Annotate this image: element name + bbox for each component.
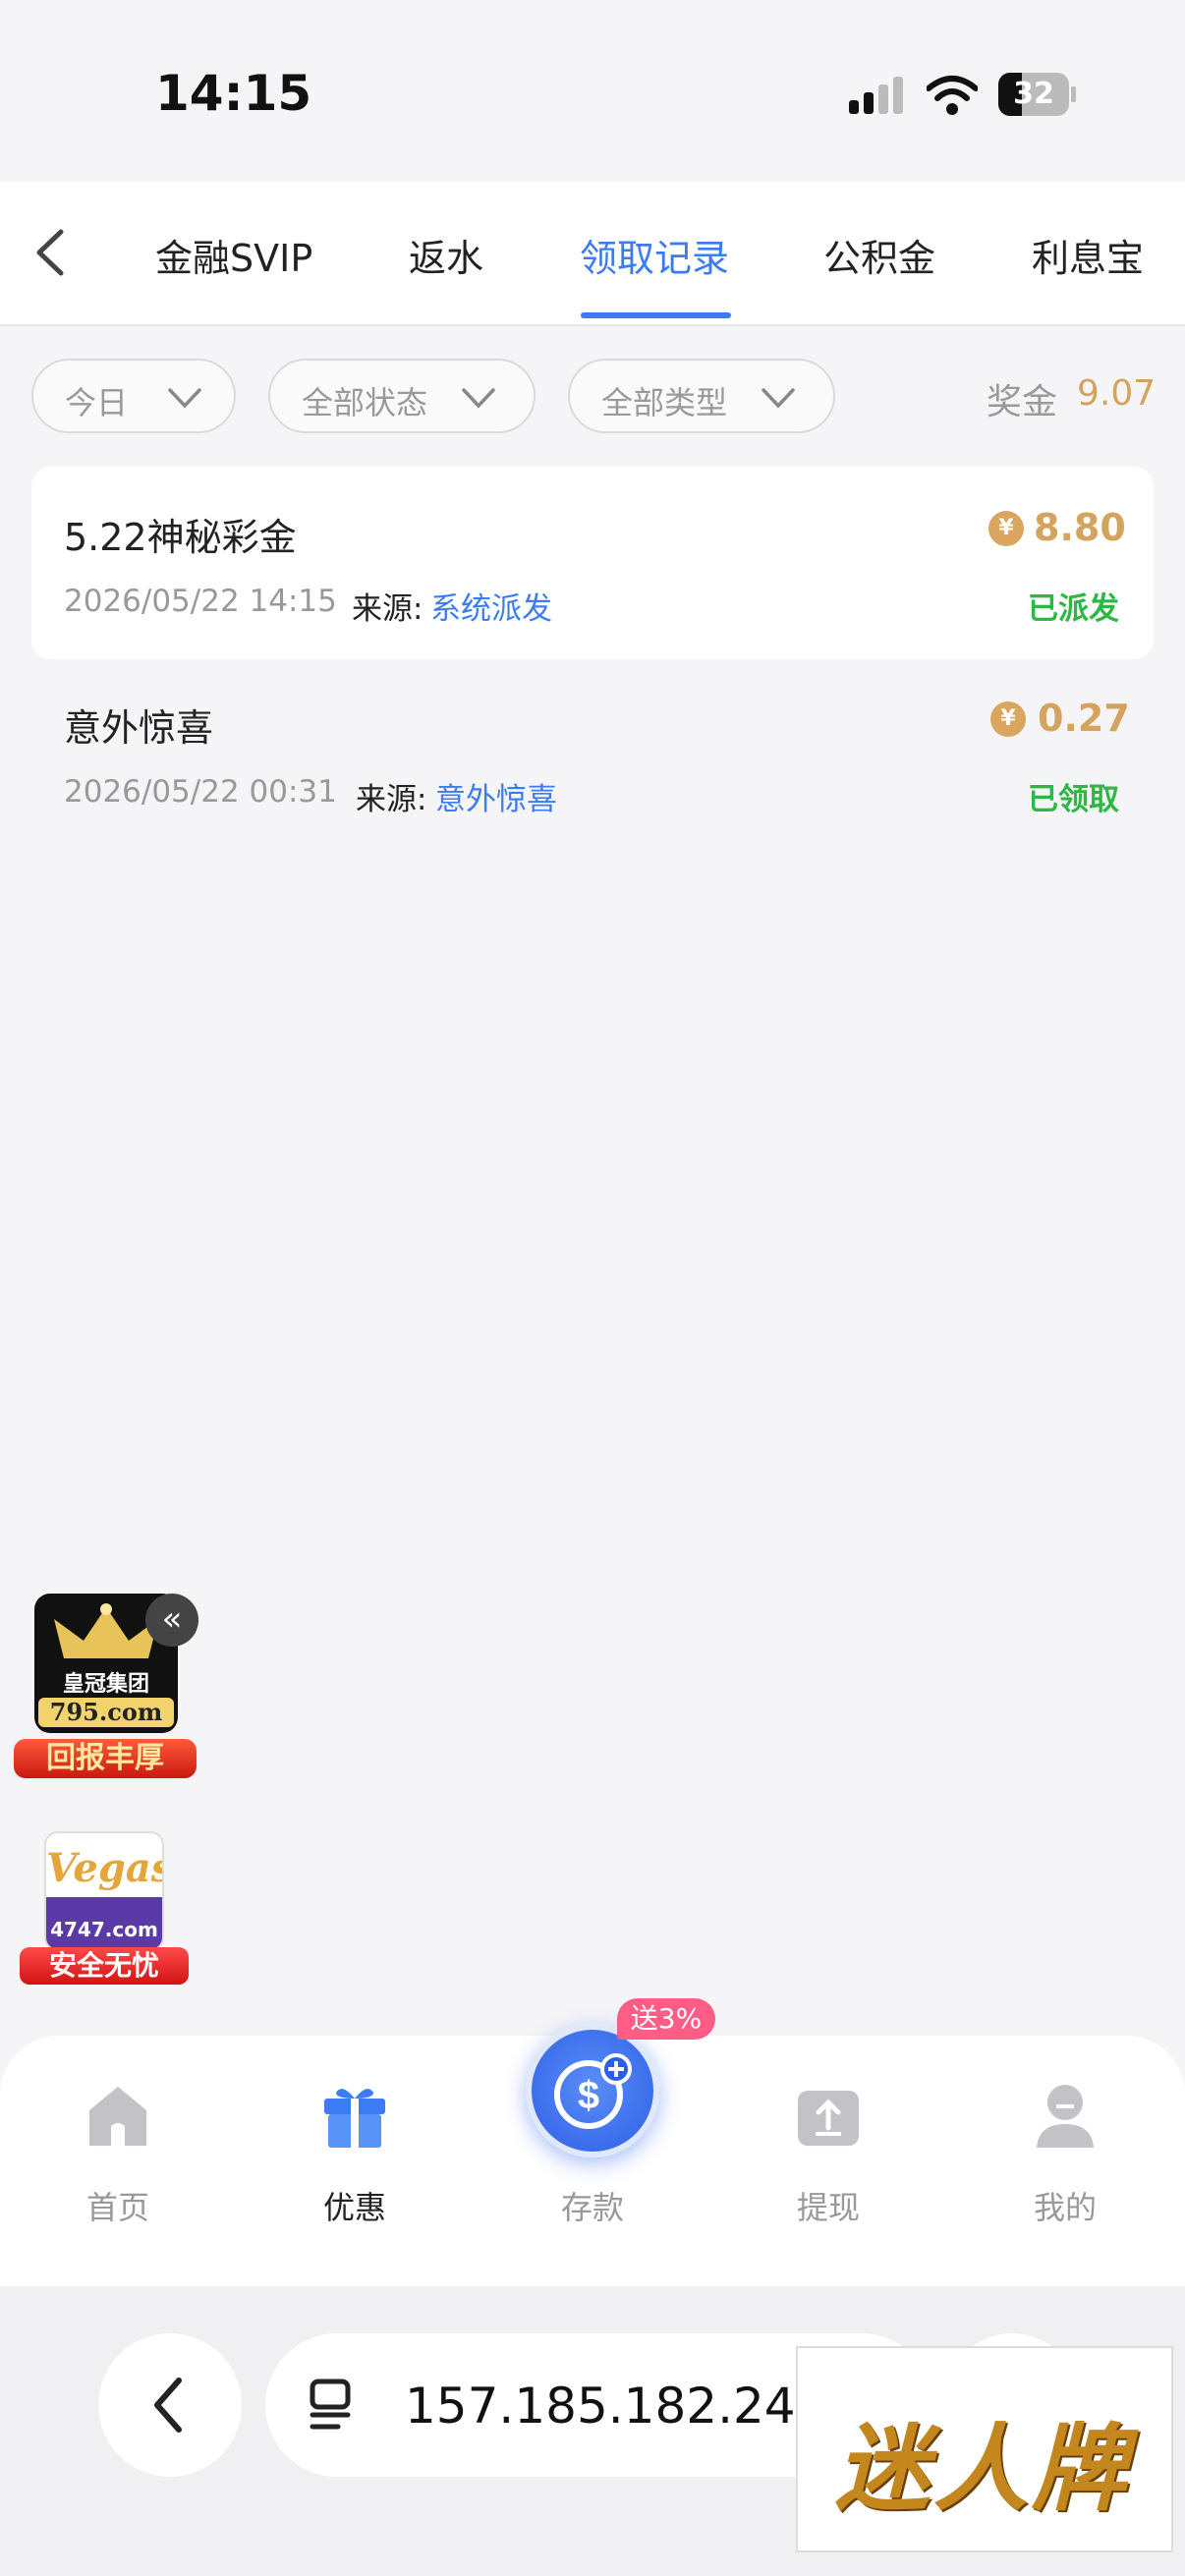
tab-provident-fund[interactable]: 公积金: [823, 228, 935, 282]
record-datetime: 2026/05/22 14:15: [64, 584, 337, 619]
bonus-total-value: 9.07: [1077, 373, 1157, 414]
home-icon: [89, 2087, 146, 2146]
signal-icon: [849, 77, 903, 114]
active-tab-indicator: [581, 312, 731, 318]
nav-withdraw-label: 提现: [796, 2189, 860, 2226]
chevron-left-icon: [154, 2378, 182, 2433]
tab-rebate[interactable]: 返水: [409, 228, 483, 282]
record-source-label: 来源:: [352, 591, 423, 627]
collapse-ads-icon[interactable]: «: [145, 1594, 198, 1647]
bonus-total-label: 奖金: [987, 382, 1058, 422]
tab-claim-records[interactable]: 领取记录: [580, 228, 729, 282]
chevron-down-icon: [168, 388, 201, 409]
crown-ad-title: 皇冠集团: [62, 1672, 149, 1697]
wifi-icon: [927, 76, 978, 115]
status-time: 14:15: [155, 65, 312, 122]
record-source: 系统派发: [430, 591, 552, 627]
nav-mine-label: 我的: [1033, 2189, 1097, 2226]
record-amount: 8.80: [1034, 506, 1126, 549]
battery-icon: 32: [998, 73, 1077, 118]
withdraw-icon: [798, 2091, 859, 2146]
record-datetime: 2026/05/22 00:31: [64, 774, 337, 810]
record-amount: 0.27: [1038, 697, 1130, 740]
tab-interest[interactable]: 利息宝: [1032, 228, 1144, 282]
back-icon[interactable]: [28, 224, 77, 281]
url-text: 157.185.182.245: [405, 2378, 827, 2435]
record-title: 意外惊喜: [64, 706, 214, 750]
page-menu-icon[interactable]: [309, 2376, 356, 2435]
chevron-down-icon: [762, 388, 795, 409]
watermark-logo: 迷人牌: [835, 2413, 1130, 2524]
vegas-ad-banner[interactable]: 安全无忧: [20, 1947, 189, 1985]
status-filter-label: 全部状态: [302, 384, 428, 421]
record-source-label: 来源:: [356, 782, 427, 817]
yuan-coin-icon: ¥: [990, 701, 1026, 737]
tab-svip[interactable]: 金融SVIP: [155, 228, 312, 282]
type-filter-label: 全部类型: [601, 384, 728, 421]
vegas-ad[interactable]: Vegas 4747.com: [44, 1831, 164, 1951]
gift-icon: [324, 2089, 385, 2148]
record-status: 已领取: [1028, 782, 1119, 817]
browser-back-button[interactable]: [98, 2333, 242, 2477]
deposit-button[interactable]: $: [526, 2024, 659, 2157]
type-filter[interactable]: 全部类型: [568, 359, 835, 433]
record-source: 意外惊喜: [435, 782, 557, 817]
nav-promo-label: 优惠: [322, 2189, 386, 2226]
status-filter[interactable]: 全部状态: [268, 359, 536, 433]
deposit-bonus-badge: 送3%: [617, 1998, 715, 2040]
nav-deposit-label[interactable]: 存款: [529, 2183, 656, 2228]
svg-text:$: $: [578, 2074, 599, 2117]
user-icon: [1037, 2085, 1094, 2148]
date-filter[interactable]: 今日: [31, 359, 236, 433]
date-filter-label: 今日: [65, 384, 129, 421]
crown-ad-domain: 795.com: [38, 1698, 174, 1727]
nav-home-label: 首页: [85, 2189, 149, 2226]
chevron-down-icon: [462, 388, 495, 409]
record-status: 已派发: [1028, 591, 1119, 627]
yuan-coin-icon: ¥: [988, 511, 1024, 546]
record-card[interactable]: [31, 467, 1154, 659]
dollar-coin-icon: $: [554, 2053, 632, 2129]
vegas-ad-domain: 4747.com: [50, 1918, 158, 1941]
vegas-logo-icon: Vegas: [46, 1845, 164, 1891]
crown-ad-banner[interactable]: 回报丰厚: [14, 1739, 197, 1778]
battery-level: 32: [1013, 77, 1054, 111]
record-title: 5.22神秘彩金: [64, 516, 297, 559]
